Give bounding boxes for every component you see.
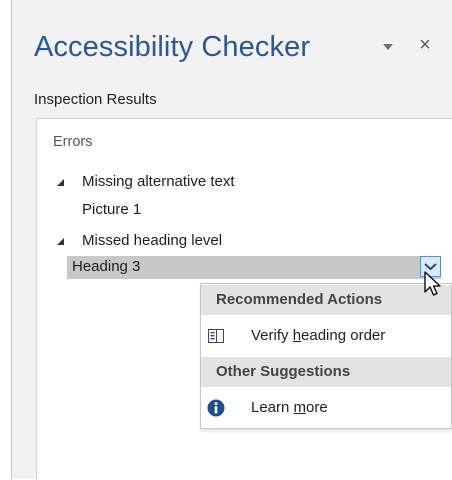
pane-options-dropdown-icon[interactable] <box>380 41 396 53</box>
close-pane-button[interactable]: × <box>415 34 435 56</box>
item-actions-menu: Recommended Actions Verify heading order… <box>200 283 452 429</box>
learn-more-label: Learn more <box>251 399 328 416</box>
verify-heading-order-menu-item[interactable]: Verify heading order <box>201 319 451 353</box>
category-missing-alt-text[interactable]: Missing alternative text <box>82 173 235 190</box>
list-item-picture-1[interactable]: Picture 1 <box>82 201 141 218</box>
list-item-heading-3[interactable]: Heading 3 <box>67 256 441 279</box>
mouse-pointer-icon <box>424 271 441 296</box>
category-missed-heading-level[interactable]: Missed heading level <box>82 232 222 249</box>
inspection-results-label: Inspection Results <box>34 91 157 108</box>
recommended-actions-header: Recommended Actions <box>201 285 451 315</box>
expand-collapse-arrow-icon[interactable] <box>56 237 66 247</box>
expand-collapse-arrow-icon[interactable] <box>56 178 66 188</box>
info-icon <box>207 399 225 417</box>
learn-more-menu-item[interactable]: Learn more <box>201 391 451 425</box>
list-item-label: Heading 3 <box>72 258 141 275</box>
verify-heading-order-label: Verify heading order <box>251 327 386 344</box>
pane-title: Accessibility Checker <box>34 31 311 63</box>
other-suggestions-header: Other Suggestions <box>201 357 451 387</box>
errors-group-label: Errors <box>53 134 93 150</box>
heading-order-icon <box>208 329 224 343</box>
